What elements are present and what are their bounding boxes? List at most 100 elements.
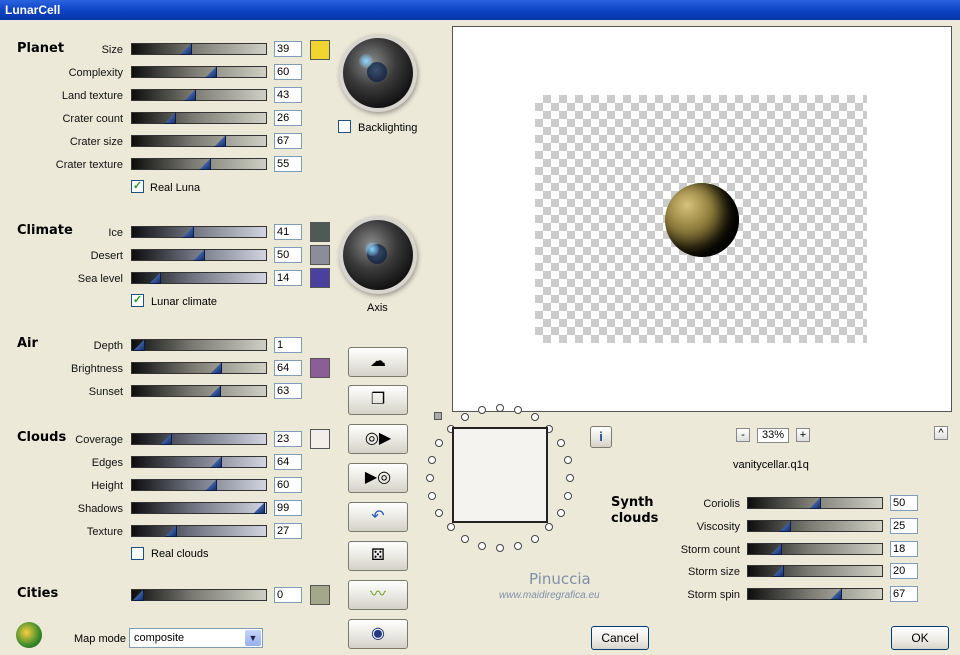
cities-value[interactable]: 0 xyxy=(274,587,302,603)
air-sunset-slider[interactable] xyxy=(131,385,267,397)
info-button[interactable]: i xyxy=(590,426,612,448)
slider-thumb[interactable] xyxy=(149,272,161,284)
planet-light-sphere[interactable] xyxy=(343,38,413,108)
preset-dot[interactable] xyxy=(531,413,539,421)
slider-thumb[interactable] xyxy=(165,525,177,537)
planet-crater-size-slider[interactable] xyxy=(131,135,267,147)
preset-dot[interactable] xyxy=(564,492,572,500)
slider-thumb[interactable] xyxy=(809,497,821,509)
preset-dot[interactable] xyxy=(557,509,565,517)
clouds-shadows-value[interactable]: 99 xyxy=(274,500,302,516)
planet-land-texture-slider[interactable] xyxy=(131,89,267,101)
planet-crater-texture-slider[interactable] xyxy=(131,158,267,170)
planet-crater-count-slider[interactable] xyxy=(131,112,267,124)
map-mode-select[interactable]: composite ▼ xyxy=(129,628,263,648)
ok-button[interactable]: OK xyxy=(891,626,949,650)
clouds-texture-slider[interactable] xyxy=(131,525,267,537)
clouds-texture-value[interactable]: 27 xyxy=(274,523,302,539)
clouds-edges-value[interactable]: 64 xyxy=(274,454,302,470)
preset-dot[interactable] xyxy=(496,544,504,552)
cities-slider[interactable] xyxy=(131,589,267,601)
air-brightness-value[interactable]: 64 xyxy=(274,360,302,376)
clouds-color-swatch[interactable] xyxy=(310,429,330,449)
chevron-down-icon[interactable]: ▼ xyxy=(245,630,261,646)
cities-slider-thumb[interactable] xyxy=(132,589,144,601)
preset-dot[interactable] xyxy=(428,492,436,500)
slider-thumb[interactable] xyxy=(193,249,205,261)
slider-thumb[interactable] xyxy=(199,158,211,170)
synth_clouds-coriolis-value[interactable]: 50 xyxy=(890,495,918,511)
slider-thumb[interactable] xyxy=(772,565,784,577)
zoom-in-button[interactable]: + xyxy=(796,428,810,442)
ice-color-swatch[interactable] xyxy=(310,222,330,242)
backlighting-checkbox[interactable] xyxy=(338,120,351,133)
planet-crater-count-value[interactable]: 26 xyxy=(274,110,302,126)
play-disc-button[interactable]: ▶◎ xyxy=(348,463,408,493)
randomize-button[interactable]: ⚄ xyxy=(348,541,408,571)
preset-dot[interactable] xyxy=(496,404,504,412)
real-luna-checkbox[interactable]: ✓ xyxy=(131,180,144,193)
climate-sea-level-value[interactable]: 14 xyxy=(274,270,302,286)
synth_clouds-coriolis-slider[interactable] xyxy=(747,497,883,509)
preset-dot[interactable] xyxy=(566,474,574,482)
climate-desert-slider[interactable] xyxy=(131,249,267,261)
slider-thumb[interactable] xyxy=(182,226,194,238)
slider-thumb[interactable] xyxy=(133,339,145,351)
real-clouds-checkbox[interactable] xyxy=(131,547,144,560)
air-depth-slider[interactable] xyxy=(131,339,267,351)
preset-dot[interactable] xyxy=(435,509,443,517)
clouds-coverage-value[interactable]: 23 xyxy=(274,431,302,447)
zoom-out-button[interactable]: - xyxy=(736,428,750,442)
cities-color-swatch[interactable] xyxy=(310,585,330,605)
slider-thumb[interactable] xyxy=(253,502,265,514)
synth_clouds-storm-spin-value[interactable]: 67 xyxy=(890,586,918,602)
air-brightness-slider[interactable] xyxy=(131,362,267,374)
synth_clouds-storm-size-value[interactable]: 20 xyxy=(890,563,918,579)
preview-panel[interactable] xyxy=(452,26,952,412)
slider-thumb[interactable] xyxy=(830,588,842,600)
synth_clouds-storm-count-value[interactable]: 18 xyxy=(890,541,918,557)
planet-color-swatch[interactable] xyxy=(310,40,330,60)
clouds-shadows-slider[interactable] xyxy=(131,502,267,514)
cancel-button[interactable]: Cancel xyxy=(591,626,649,650)
desert-color-swatch[interactable] xyxy=(310,245,330,265)
synth_clouds-storm-count-slider[interactable] xyxy=(747,543,883,555)
sea-color-swatch[interactable] xyxy=(310,268,330,288)
air-color-swatch[interactable] xyxy=(310,358,330,378)
slider-thumb[interactable] xyxy=(205,479,217,491)
wave-button[interactable]: 〰 xyxy=(348,580,408,610)
preset-ring-handle[interactable] xyxy=(434,412,442,420)
clouds-coverage-slider[interactable] xyxy=(131,433,267,445)
disc-arrow-button[interactable]: ◎▶ xyxy=(348,424,408,454)
slider-thumb[interactable] xyxy=(180,43,192,55)
preset-dot[interactable] xyxy=(514,542,522,550)
slider-thumb[interactable] xyxy=(210,456,222,468)
planet-size-value[interactable]: 39 xyxy=(274,41,302,57)
planet-complexity-slider[interactable] xyxy=(131,66,267,78)
slider-thumb[interactable] xyxy=(164,112,176,124)
preset-dot[interactable] xyxy=(557,439,565,447)
climate-sea-level-slider[interactable] xyxy=(131,272,267,284)
collapse-button[interactable]: ^ xyxy=(934,426,948,440)
synth_clouds-viscosity-slider[interactable] xyxy=(747,520,883,532)
planet-size-slider[interactable] xyxy=(131,43,267,55)
slider-thumb[interactable] xyxy=(160,433,172,445)
clouds-height-slider[interactable] xyxy=(131,479,267,491)
preset-dot[interactable] xyxy=(514,406,522,414)
slider-thumb[interactable] xyxy=(214,135,226,147)
synth_clouds-storm-size-slider[interactable] xyxy=(747,565,883,577)
cloud-button[interactable]: ☁ xyxy=(348,347,408,377)
planet-crater-size-value[interactable]: 67 xyxy=(274,133,302,149)
preset-dot[interactable] xyxy=(428,456,436,464)
planet-complexity-value[interactable]: 60 xyxy=(274,64,302,80)
lunar-climate-checkbox[interactable]: ✓ xyxy=(131,294,144,307)
undo-button[interactable]: ↶ xyxy=(348,502,408,532)
clouds-edges-slider[interactable] xyxy=(131,456,267,468)
preset-dot[interactable] xyxy=(545,523,553,531)
slider-thumb[interactable] xyxy=(205,66,217,78)
copy-button[interactable]: ❐ xyxy=(348,385,408,415)
preset-dot[interactable] xyxy=(461,413,469,421)
preset-dot[interactable] xyxy=(461,535,469,543)
slider-thumb[interactable] xyxy=(210,362,222,374)
preset-dot[interactable] xyxy=(478,406,486,414)
